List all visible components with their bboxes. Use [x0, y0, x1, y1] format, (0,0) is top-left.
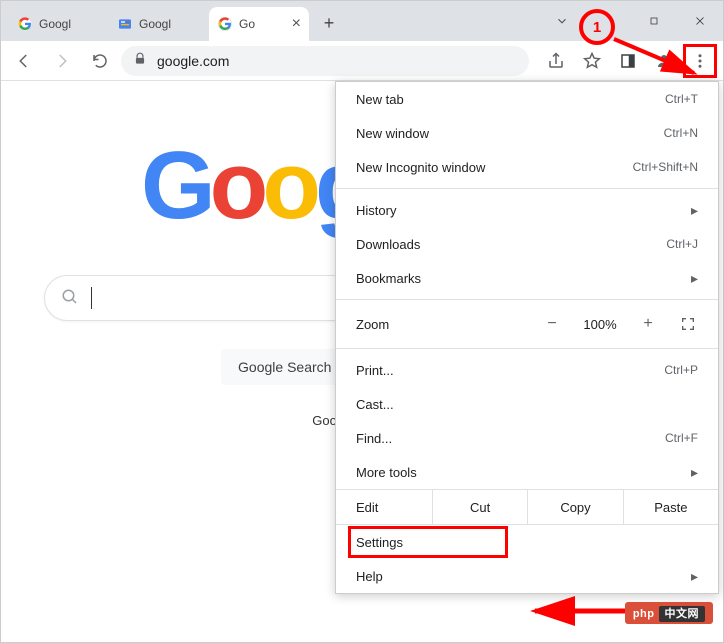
- tab-title: Googl: [39, 17, 101, 31]
- menu-item-bookmarks[interactable]: Bookmarks ▸: [336, 261, 718, 295]
- google-favicon-icon: [217, 16, 233, 32]
- tab-strip: Googl Googl Go × +: [1, 1, 723, 41]
- tab-search-button[interactable]: [539, 1, 585, 41]
- menu-shortcut: Ctrl+P: [664, 363, 698, 377]
- tab-title: Googl: [139, 17, 201, 31]
- share-button[interactable]: [539, 44, 573, 78]
- menu-label: Help: [356, 569, 691, 584]
- bookmark-star-button[interactable]: [575, 44, 609, 78]
- google-favicon-icon: [17, 16, 33, 32]
- menu-label: History: [356, 203, 691, 218]
- text-cursor: [91, 287, 92, 309]
- close-window-button[interactable]: [677, 1, 723, 41]
- menu-item-new-tab[interactable]: New tab Ctrl+T: [336, 82, 718, 116]
- submenu-arrow-icon: ▸: [691, 270, 698, 287]
- profile-button[interactable]: [647, 44, 681, 78]
- menu-item-zoom: Zoom − 100% +: [336, 304, 718, 344]
- search-icon: [61, 288, 79, 309]
- menu-separator: [336, 348, 718, 349]
- menu-shortcut: Ctrl+Shift+N: [633, 160, 698, 174]
- menu-item-settings[interactable]: Settings: [336, 525, 718, 559]
- menu-item-downloads[interactable]: Downloads Ctrl+J: [336, 227, 718, 261]
- menu-label: Print...: [356, 363, 664, 378]
- submenu-arrow-icon: ▸: [691, 202, 698, 219]
- google-search-button[interactable]: Google Search: [221, 349, 348, 385]
- menu-item-cast[interactable]: Cast...: [336, 387, 718, 421]
- menu-separator: [336, 188, 718, 189]
- tab-1[interactable]: Googl: [9, 7, 109, 41]
- menu-label: New Incognito window: [356, 160, 633, 175]
- lock-icon: [133, 52, 147, 69]
- menu-shortcut: Ctrl+T: [665, 92, 698, 106]
- back-button[interactable]: [7, 44, 41, 78]
- news-favicon-icon: [117, 16, 133, 32]
- menu-item-find[interactable]: Find... Ctrl+F: [336, 421, 718, 455]
- menu-label: New window: [356, 126, 664, 141]
- menu-label: Find...: [356, 431, 665, 446]
- paste-button[interactable]: Paste: [623, 490, 718, 524]
- tab-3-active[interactable]: Go ×: [209, 7, 309, 41]
- new-tab-button[interactable]: +: [315, 9, 343, 37]
- menu-label: Cast...: [356, 397, 698, 412]
- menu-item-more-tools[interactable]: More tools ▸: [336, 455, 718, 489]
- submenu-arrow-icon: ▸: [691, 464, 698, 481]
- forward-button[interactable]: [45, 44, 79, 78]
- side-panel-button[interactable]: [611, 44, 645, 78]
- menu-label: Downloads: [356, 237, 666, 252]
- reload-button[interactable]: [83, 44, 117, 78]
- menu-shortcut: Ctrl+F: [665, 431, 698, 445]
- menu-item-help[interactable]: Help ▸: [336, 559, 718, 593]
- menu-item-new-window[interactable]: New window Ctrl+N: [336, 116, 718, 150]
- copy-button[interactable]: Copy: [527, 490, 622, 524]
- toolbar: google.com: [1, 41, 723, 81]
- submenu-arrow-icon: ▸: [691, 568, 698, 585]
- watermark-badge: php中文网: [625, 602, 713, 624]
- menu-label: New tab: [356, 92, 665, 107]
- menu-shortcut: Ctrl+N: [664, 126, 698, 140]
- window-controls: [539, 1, 723, 41]
- zoom-out-button[interactable]: −: [532, 315, 572, 333]
- close-tab-icon[interactable]: ×: [292, 15, 301, 33]
- tab-2[interactable]: Googl: [109, 7, 209, 41]
- cut-button[interactable]: Cut: [432, 490, 527, 524]
- menu-label: Zoom: [356, 317, 532, 332]
- fullscreen-button[interactable]: [668, 316, 708, 332]
- url-text: google.com: [157, 53, 229, 69]
- menu-label: Edit: [336, 500, 432, 515]
- tab-title: Go: [239, 17, 286, 31]
- chrome-main-menu: New tab Ctrl+T New window Ctrl+N New Inc…: [335, 81, 719, 594]
- menu-label: Bookmarks: [356, 271, 691, 286]
- menu-separator: [336, 299, 718, 300]
- kebab-menu-button[interactable]: [688, 49, 712, 73]
- zoom-value: 100%: [572, 317, 628, 332]
- annotation-highlight-kebab: [683, 44, 717, 78]
- menu-item-print[interactable]: Print... Ctrl+P: [336, 353, 718, 387]
- address-bar[interactable]: google.com: [121, 46, 529, 76]
- menu-item-edit-row: Edit Cut Copy Paste: [336, 489, 718, 525]
- menu-shortcut: Ctrl+J: [666, 237, 698, 251]
- maximize-button[interactable]: [631, 1, 677, 41]
- annotation-step-1: 1: [579, 9, 615, 45]
- menu-label: More tools: [356, 465, 691, 480]
- menu-item-incognito[interactable]: New Incognito window Ctrl+Shift+N: [336, 150, 718, 184]
- zoom-in-button[interactable]: +: [628, 315, 668, 333]
- menu-item-history[interactable]: History ▸: [336, 193, 718, 227]
- menu-label: Settings: [356, 535, 698, 550]
